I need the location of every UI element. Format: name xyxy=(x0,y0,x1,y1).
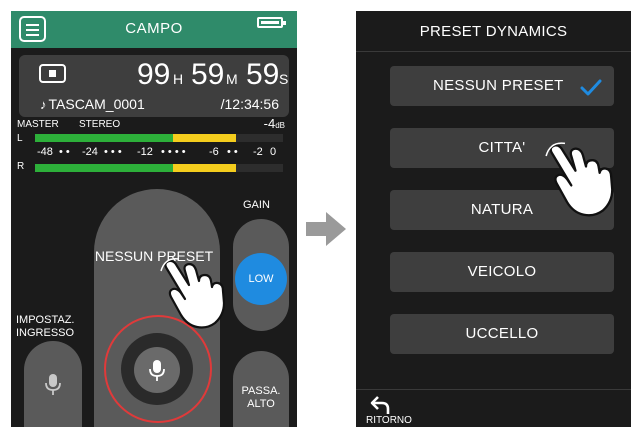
meter-right-bar xyxy=(35,164,283,172)
stop-icon xyxy=(39,64,66,83)
recorder-home-screen: CAMPO 99 H 59 M 59 S ♪ TASCAM_0001 /12:34… xyxy=(11,11,297,427)
page-title: PRESET DYNAMICS xyxy=(419,23,568,40)
gain-label: GAIN xyxy=(243,199,270,211)
stereo-label: STEREO xyxy=(79,119,121,130)
scale-tick: -12 xyxy=(137,146,153,158)
input-settings-line2: INGRESSO xyxy=(16,327,75,339)
time-display-panel: 99 H 59 M 59 S ♪ TASCAM_0001 /12:34:56 xyxy=(19,55,289,117)
mic-icon xyxy=(45,374,61,395)
header-bar: CAMPO xyxy=(11,11,297,48)
time-seconds: 59 xyxy=(246,58,280,91)
back-arrow-icon[interactable] xyxy=(370,395,392,415)
preset-dynamics-screen: PRESET DYNAMICS NESSUN PRESET CITTA' NAT… xyxy=(356,11,631,427)
app-title: CAMPO xyxy=(125,20,183,37)
level-meter: L -48 • • -24 • • • -12 • • • • -6 • • -… xyxy=(11,133,297,175)
high-pass-line2: ALTO xyxy=(247,398,275,410)
master-label: MASTER xyxy=(17,119,59,130)
high-pass-label: PASSA. ALTO xyxy=(233,385,289,411)
hand-pointer-icon xyxy=(545,142,614,217)
scale-tick: -2 xyxy=(253,146,263,158)
back-button-label[interactable]: RITORNO xyxy=(366,415,412,426)
arrow-right-icon xyxy=(306,212,346,246)
high-pass-line1: PASSA. xyxy=(241,385,281,397)
divider xyxy=(356,389,631,390)
scale-tick: -48 xyxy=(37,146,53,158)
master-level-unit: dB xyxy=(275,121,285,130)
time-minutes: 59 xyxy=(191,58,225,91)
check-icon xyxy=(580,79,602,96)
preset-option-veicolo[interactable]: VEICOLO xyxy=(390,252,614,292)
scale-tick: -24 xyxy=(82,146,98,158)
file-name-text: TASCAM_0001 xyxy=(48,96,145,112)
hand-pointer-icon xyxy=(160,258,226,329)
note-icon: ♪ xyxy=(40,97,47,112)
time-hours: 99 xyxy=(137,58,171,91)
preset-option-label: NESSUN PRESET xyxy=(433,77,564,94)
input-settings-line1: IMPOSTAZ. xyxy=(16,314,75,326)
preset-option-label: NATURA xyxy=(470,201,534,218)
scale-tick: -6 xyxy=(209,146,219,158)
master-row: MASTER STEREO -4dB xyxy=(11,115,297,135)
meter-left-bar xyxy=(35,134,283,142)
file-name: ♪ TASCAM_0001 xyxy=(40,96,145,112)
total-time: /12:34:56 xyxy=(220,96,279,112)
divider xyxy=(356,51,631,52)
preset-option-label: VEICOLO xyxy=(467,263,537,280)
meter-scale: -48 • • -24 • • • -12 • • • • -6 • • -2 … xyxy=(37,146,277,158)
mic-icon xyxy=(149,360,165,381)
preset-option-label: UCCELLO xyxy=(465,325,539,342)
meter-right-label: R xyxy=(17,161,25,172)
input-settings-label: IMPOSTAZ. INGRESSO xyxy=(16,314,74,340)
time-seconds-unit: S xyxy=(279,71,289,87)
gain-low-button[interactable]: LOW xyxy=(235,253,287,305)
master-level-value: -4 xyxy=(263,116,276,131)
meter-left-label: L xyxy=(17,133,23,144)
preset-option-uccello[interactable]: UCCELLO xyxy=(390,314,614,354)
battery-icon xyxy=(257,17,286,28)
master-level: -4dB xyxy=(264,116,285,131)
time-hours-unit: H xyxy=(173,71,184,87)
preset-option-label: CITTA' xyxy=(478,139,526,156)
time-minutes-unit: M xyxy=(226,71,238,87)
scale-tick: 0 xyxy=(270,146,277,158)
